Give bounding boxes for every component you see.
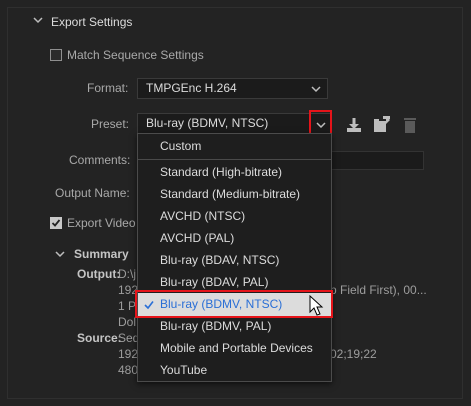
import-preset-icon[interactable] [373,116,391,134]
menu-separator [138,159,331,160]
menu-item-custom[interactable]: Custom [160,139,201,153]
chevron-down-icon[interactable] [55,249,65,259]
menu-item-bluray-bdmv-pal[interactable]: Blu-ray (BDMV, PAL) [160,319,271,333]
format-select[interactable]: TMPGEnc H.264 [137,78,328,99]
output-name-label: Output Name: [55,186,130,200]
export-video-label: Export Video [67,216,136,230]
preset-dropdown-menu: Custom Standard (High-bitrate) Standard … [137,133,332,382]
preset-select[interactable]: Blu-ray (BDMV, NTSC) [137,113,332,134]
export-video-checkbox[interactable] [50,217,62,229]
match-sequence-checkbox[interactable] [50,49,62,61]
menu-item-standard-high[interactable]: Standard (High-bitrate) [160,165,282,179]
format-label: Format: [87,81,129,95]
selection-highlight-box [135,290,333,318]
save-preset-icon[interactable] [345,116,363,134]
menu-item-youtube[interactable]: YouTube [160,363,207,377]
comments-input[interactable] [330,151,424,170]
summary-output-tail: p Field First), 00... [330,283,427,297]
section-title: Export Settings [51,15,133,29]
preset-value: Blu-ray (BDMV, NTSC) [146,116,269,130]
delete-preset-icon[interactable] [401,116,419,134]
menu-item-bluray-bdav-pal[interactable]: Blu-ray (BDAV, PAL) [160,275,268,289]
chevron-down-icon [316,122,326,129]
comments-label: Comments: [69,153,131,167]
format-value: TMPGEnc H.264 [146,81,237,95]
menu-item-avchd-ntsc[interactable]: AVCHD (NTSC) [160,209,245,223]
menu-item-standard-medium[interactable]: Standard (Medium-bitrate) [160,187,300,201]
menu-item-bluray-bdav-ntsc[interactable]: Blu-ray (BDAV, NTSC) [160,253,279,267]
menu-item-mobile[interactable]: Mobile and Portable Devices [160,341,313,355]
menu-item-avchd-pal[interactable]: AVCHD (PAL) [160,231,234,245]
summary-title: Summary [74,247,129,261]
checkmark-icon [51,219,61,227]
mouse-cursor-icon [309,295,324,316]
summary-source-tail: 02;19;22 [330,347,377,361]
summary-output-label: Output: [77,267,121,281]
chevron-down-icon[interactable] [33,15,43,25]
preset-label: Preset: [91,117,130,131]
summary-source-label: Source: [77,331,122,345]
chevron-down-icon [311,86,321,93]
match-sequence-label: Match Sequence Settings [67,48,204,62]
